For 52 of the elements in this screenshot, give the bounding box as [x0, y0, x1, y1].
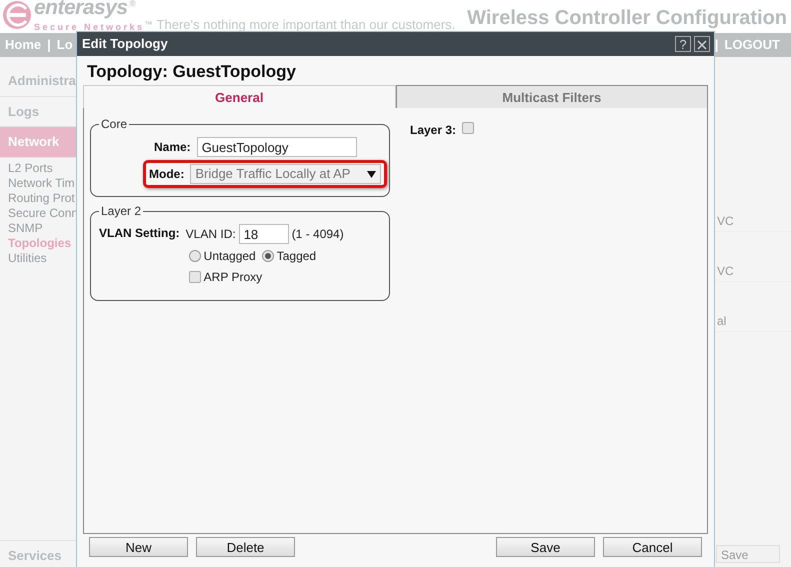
field-label: Layer 3: [410, 122, 456, 139]
nav-link[interactable]: Home [5, 35, 42, 55]
dialog-button[interactable]: Delete [196, 537, 295, 557]
table-cell: VC [717, 214, 734, 228]
dialog-button[interactable]: Cancel [603, 537, 702, 557]
logout-link[interactable]: LOGOUT [724, 35, 780, 55]
app-title: Wireless Controller Configuration [467, 6, 787, 31]
tab[interactable]: General [83, 85, 396, 108]
dialog-title: Edit Topology [82, 35, 169, 54]
radio-button[interactable] [262, 250, 274, 262]
sidebar-item[interactable]: SNMP [0, 220, 76, 236]
tab[interactable]: Multicast Filters [396, 85, 708, 108]
dialog-button[interactable]: New [89, 537, 188, 557]
range-hint: (1 - 4094) [292, 226, 344, 243]
checkbox[interactable] [188, 271, 201, 283]
trademark-mark: ® [130, 0, 136, 8]
radio-label: Untagged [204, 248, 256, 265]
sidebar-item[interactable]: L2 Ports [0, 160, 76, 176]
slogan-text: There's nothing more important than our customers. [156, 18, 456, 32]
brand-tagline: Secure Networks [34, 22, 145, 32]
field-label: Name: [154, 139, 191, 156]
nav-link[interactable]: Lo [56, 35, 73, 55]
radio-button[interactable] [188, 250, 201, 262]
help-button[interactable]: ? [675, 36, 691, 52]
name-field[interactable]: GuestTopology [196, 137, 357, 157]
nav-separator: | [47, 36, 51, 54]
dropdown-caret-icon [367, 170, 376, 178]
dialog-heading: Topology: GuestTopology [86, 61, 298, 83]
radio-label: Tagged [276, 248, 316, 265]
checkbox-label: ARP Proxy [204, 269, 262, 286]
mode-dropdown[interactable]: Bridge Traffic Locally at AP [190, 164, 381, 184]
close-icon [697, 40, 707, 50]
close-button[interactable] [694, 36, 710, 52]
sidebar-item[interactable]: Routing Prot [0, 190, 76, 206]
trademark-mark: ™ [144, 21, 153, 29]
checkbox[interactable] [462, 122, 474, 134]
field-label: VLAN Setting: [99, 225, 180, 242]
fieldset-legend: Core [99, 118, 130, 130]
table-cell: VC [717, 264, 734, 278]
sidebar-item[interactable]: Network Tim [0, 176, 76, 190]
vlan-id-field[interactable]: 18 [238, 224, 289, 244]
fieldset-legend: Layer 2 [99, 205, 144, 217]
dialog-button[interactable]: Save [496, 537, 595, 557]
brand-name: enterasys [34, 0, 129, 18]
nav-separator: | [714, 36, 718, 54]
sidebar-section[interactable]: Network [0, 127, 76, 158]
field-label: VLAN ID: [186, 226, 236, 243]
sidebar-item[interactable]: Utilities [0, 250, 76, 266]
sidebar-item[interactable]: Topologies [0, 236, 76, 250]
table-cell: al [717, 314, 726, 328]
field-label: Mode: [149, 166, 184, 183]
save-button[interactable]: Save [716, 545, 780, 563]
